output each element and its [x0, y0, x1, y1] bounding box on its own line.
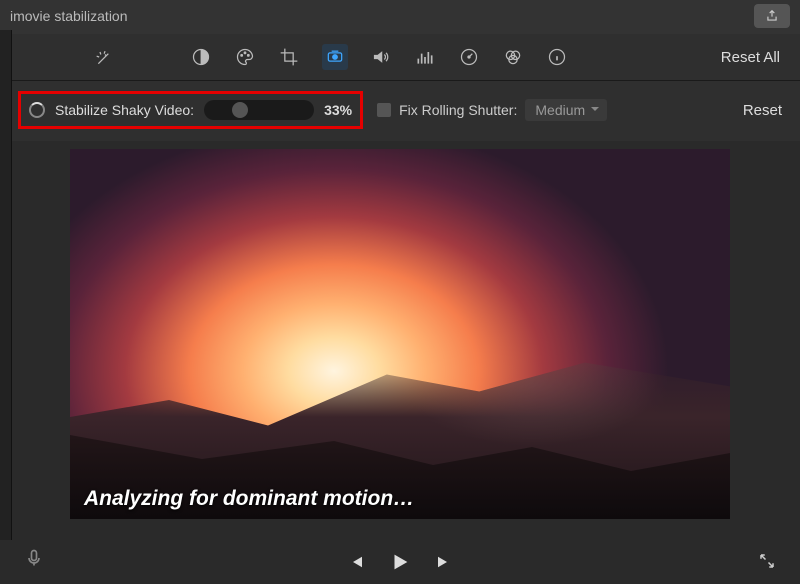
- analysis-status-text: Analyzing for dominant motion…: [84, 487, 414, 511]
- volume-icon[interactable]: [370, 46, 392, 68]
- fix-rolling-shutter-label: Fix Rolling Shutter:: [399, 102, 517, 118]
- share-button[interactable]: [754, 4, 790, 28]
- color-filter-icon[interactable]: [502, 46, 524, 68]
- stabilize-percent: 33%: [324, 102, 352, 118]
- video-preview[interactable]: Analyzing for dominant motion…: [70, 149, 730, 519]
- stabilize-shaky-video-group: Stabilize Shaky Video: 33%: [18, 91, 363, 129]
- contrast-icon[interactable]: [190, 46, 212, 68]
- stabilization-icon[interactable]: [322, 44, 348, 70]
- fix-rolling-shutter-group: Fix Rolling Shutter: Medium: [377, 99, 607, 121]
- loading-spinner-icon: [29, 102, 45, 118]
- microphone-icon[interactable]: [24, 548, 44, 574]
- stabilize-label: Stabilize Shaky Video:: [55, 102, 194, 118]
- levels-icon[interactable]: [414, 46, 436, 68]
- dropdown-value: Medium: [535, 102, 585, 118]
- reset-button[interactable]: Reset: [743, 102, 782, 119]
- fix-rolling-shutter-checkbox[interactable]: [377, 103, 391, 117]
- wand-icon[interactable]: [94, 46, 116, 68]
- speed-icon[interactable]: [458, 46, 480, 68]
- playback-bar: [0, 540, 800, 584]
- reset-all-button[interactable]: Reset All: [721, 49, 780, 66]
- rolling-shutter-dropdown[interactable]: Medium: [525, 99, 607, 121]
- play-button[interactable]: [389, 551, 411, 573]
- share-icon: [765, 9, 779, 23]
- window-title: imovie stabilization: [10, 8, 128, 24]
- slider-thumb[interactable]: [232, 102, 248, 118]
- info-icon[interactable]: [546, 46, 568, 68]
- titlebar: imovie stabilization: [0, 0, 800, 34]
- stabilize-slider[interactable]: [204, 100, 314, 120]
- stabilization-controls: Stabilize Shaky Video: 33% Fix Rolling S…: [0, 81, 800, 141]
- fullscreen-icon[interactable]: [758, 552, 776, 570]
- inspector-toolbar: Reset All: [0, 34, 800, 81]
- palette-icon[interactable]: [234, 46, 256, 68]
- next-button[interactable]: [433, 551, 455, 573]
- crop-icon[interactable]: [278, 46, 300, 68]
- sidebar-strip: [0, 30, 12, 584]
- previous-button[interactable]: [345, 551, 367, 573]
